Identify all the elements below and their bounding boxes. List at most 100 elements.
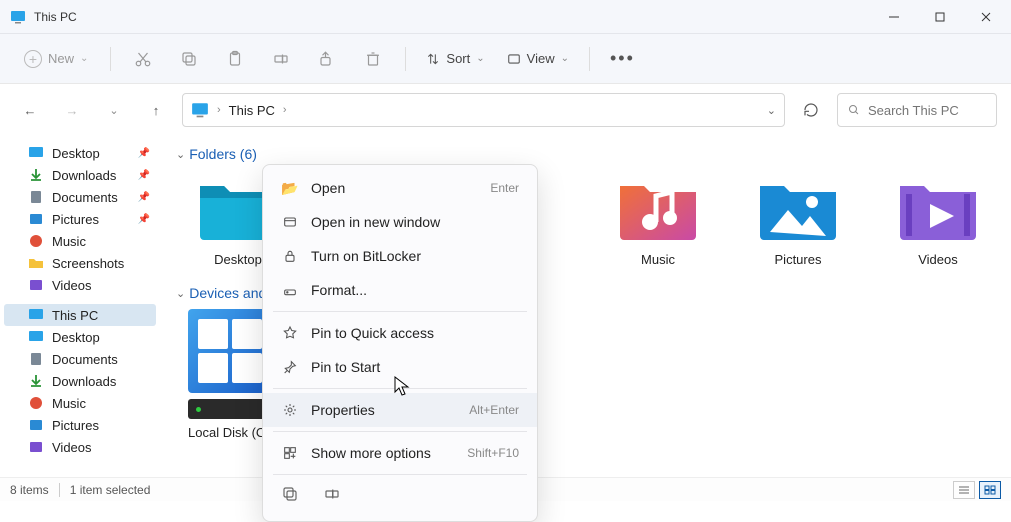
chevron-down-icon[interactable]: ⌄ — [767, 104, 776, 117]
ctx-hint: Enter — [490, 181, 519, 195]
ctx-label: Format... — [311, 282, 367, 298]
breadcrumb[interactable]: This PC — [229, 103, 275, 118]
chevron-right-icon: › — [283, 104, 287, 116]
divider — [59, 483, 60, 497]
ctx-label: Pin to Start — [311, 359, 380, 375]
ctx-label: Show more options — [311, 445, 431, 461]
music-icon — [28, 395, 44, 411]
sidebar-item-videos[interactable]: Videos — [0, 436, 160, 458]
sidebar-item-pictures[interactable]: Pictures — [0, 414, 160, 436]
folder-label: Music — [608, 252, 708, 267]
new-label: New — [48, 51, 74, 66]
paste-button[interactable] — [215, 41, 255, 77]
drive-local-disk-c[interactable]: Local Disk (C:) — [188, 309, 273, 440]
sidebar-item-label: Downloads — [52, 168, 116, 183]
command-bar: + New ⌄ Sort ⌄ View ⌄ ••• — [0, 34, 1011, 84]
this-pc-icon — [10, 9, 26, 25]
title-bar: This PC — [0, 0, 1011, 34]
windows-drive-icon — [188, 309, 272, 393]
sidebar-item-label: This PC — [52, 308, 98, 323]
mouse-cursor — [394, 376, 410, 396]
downloads-icon — [28, 167, 44, 183]
sidebar-item-music[interactable]: Music — [0, 392, 160, 414]
recent-locations-button[interactable]: ⌄ — [98, 94, 130, 126]
properties-icon — [281, 401, 299, 419]
chevron-right-icon: › — [217, 104, 221, 116]
pin-icon — [281, 358, 299, 376]
up-button[interactable]: ↑ — [140, 94, 172, 126]
sidebar-item-downloads[interactable]: Downloads — [0, 370, 160, 392]
videos-icon — [28, 439, 44, 455]
sidebar-item-documents[interactable]: Documents — [0, 348, 160, 370]
sidebar-item-downloads[interactable]: Downloads📌 — [0, 164, 160, 186]
sidebar-item-this-pc[interactable]: This PC — [4, 304, 156, 326]
share-button[interactable] — [307, 41, 347, 77]
downloads-icon — [28, 373, 44, 389]
maximize-button[interactable] — [917, 1, 963, 33]
navigation-pane[interactable]: Desktop📌 Downloads📌 Documents 📌 Pictures📌… — [0, 136, 160, 477]
more-button[interactable]: ••• — [602, 48, 643, 69]
sidebar-item-videos[interactable]: Videos — [0, 274, 160, 296]
sidebar-item-label: Videos — [52, 440, 92, 455]
pictures-folder-icon — [756, 170, 840, 244]
rename-icon[interactable] — [323, 485, 347, 509]
close-button[interactable] — [963, 1, 1009, 33]
ctx-bitlocker[interactable]: Turn on BitLocker — [263, 239, 537, 273]
sidebar-item-screenshots[interactable]: Screenshots — [0, 252, 160, 274]
window-icon — [281, 213, 299, 231]
sort-button[interactable]: Sort ⌄ — [418, 51, 492, 66]
window-title: This PC — [34, 10, 77, 24]
sidebar-item-label: Pictures — [52, 418, 99, 433]
sidebar-item-documents[interactable]: Documents 📌 — [0, 186, 160, 208]
forward-button[interactable]: → — [56, 94, 88, 126]
documents-icon — [28, 189, 44, 205]
folders-section-header[interactable]: ⌄ Folders (6) — [176, 146, 1011, 162]
pictures-icon — [28, 211, 44, 227]
plus-icon: + — [24, 50, 42, 68]
ctx-format[interactable]: Format... — [263, 273, 537, 307]
divider — [589, 47, 590, 71]
refresh-button[interactable] — [795, 94, 827, 126]
address-bar[interactable]: › This PC › ⌄ — [182, 93, 785, 127]
desktop-icon — [28, 329, 44, 345]
details-view-toggle[interactable] — [953, 481, 975, 499]
search-box[interactable] — [837, 93, 997, 127]
ctx-open-new-window[interactable]: Open in new window — [263, 205, 537, 239]
ctx-hint: Shift+F10 — [467, 446, 519, 460]
view-icon — [507, 52, 521, 66]
folder-music[interactable]: Music — [608, 170, 708, 267]
cut-button[interactable] — [123, 41, 163, 77]
folder-pictures[interactable]: Pictures — [748, 170, 848, 267]
copy-icon[interactable] — [281, 485, 305, 509]
drive-label: Local Disk (C:) — [188, 425, 273, 440]
ctx-show-more[interactable]: Show more options Shift+F10 — [263, 436, 537, 470]
desktop-icon — [28, 145, 44, 161]
thumbnails-view-toggle[interactable] — [979, 481, 1001, 499]
minimize-button[interactable] — [871, 1, 917, 33]
delete-button[interactable] — [353, 41, 393, 77]
folder-videos[interactable]: Videos — [888, 170, 988, 267]
sidebar-item-desktop[interactable]: Desktop📌 — [0, 142, 160, 164]
back-button[interactable]: ← — [14, 94, 46, 126]
lock-icon — [281, 247, 299, 265]
this-pc-icon — [191, 101, 209, 119]
pin-icon: 📌 — [138, 192, 150, 203]
view-button[interactable]: View ⌄ — [499, 51, 577, 66]
sidebar-item-pictures[interactable]: Pictures📌 — [0, 208, 160, 230]
sidebar-item-label: Documents — [52, 190, 118, 205]
chevron-down-icon: ⌄ — [561, 53, 569, 64]
divider — [110, 47, 111, 71]
sidebar-item-label: Music — [52, 234, 86, 249]
ctx-open[interactable]: 📂OpenEnter — [263, 171, 537, 205]
rename-button[interactable] — [261, 41, 301, 77]
ctx-label: Pin to Quick access — [311, 325, 434, 341]
sidebar-item-music[interactable]: Music — [0, 230, 160, 252]
copy-button[interactable] — [169, 41, 209, 77]
search-input[interactable] — [868, 103, 986, 118]
context-menu: 📂OpenEnter Open in new window Turn on Bi… — [262, 164, 538, 522]
ctx-pin-quick-access[interactable]: Pin to Quick access — [263, 316, 537, 350]
sidebar-item-label: Pictures — [52, 212, 99, 227]
ctx-properties[interactable]: PropertiesAlt+Enter — [263, 393, 537, 427]
sidebar-item-desktop[interactable]: Desktop — [0, 326, 160, 348]
new-button[interactable]: + New ⌄ — [14, 46, 98, 72]
